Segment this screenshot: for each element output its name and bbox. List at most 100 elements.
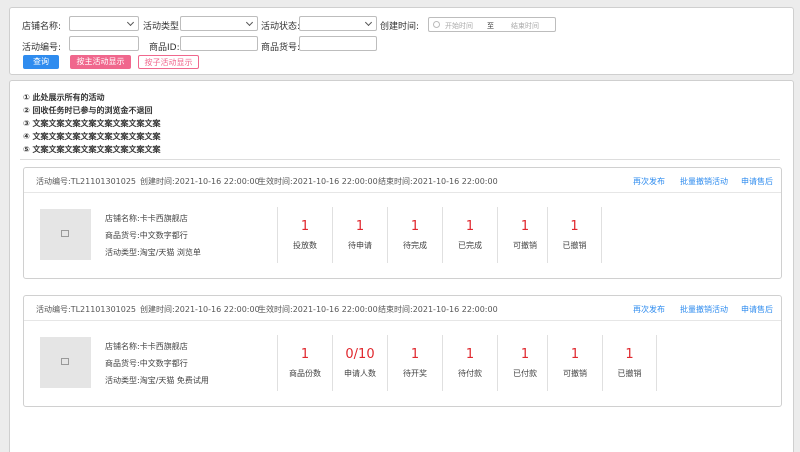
stat-cell: 1 投放数	[277, 207, 332, 263]
activity-type: 活动类型:淘宝/天猫 浏览单	[105, 248, 201, 257]
stat-cell: 1 待完成	[387, 207, 442, 263]
shop-name: 店铺名称:卡卡西旗舰店	[105, 342, 188, 351]
chevron-down-icon	[245, 18, 254, 27]
notice-item: ③ 文案文案文案文案文案文案文案文案	[23, 119, 161, 128]
stat-label: 投放数	[293, 241, 317, 250]
activity-card-header: 活动编号:TL21101301025 创建时间:2021-10-16 22:00…	[24, 168, 781, 193]
stat-label: 申请人数	[344, 369, 376, 378]
stat-label: 待开奖	[403, 369, 427, 378]
end-time: 结束时间:2021-10-16 22:00:00	[378, 305, 498, 314]
chevron-down-icon	[364, 18, 373, 27]
end-time: 结束时间:2021-10-16 22:00:00	[378, 177, 498, 186]
effective-time: 生效时间:2021-10-16 22:00:00	[258, 305, 378, 314]
product-thumbnail	[40, 209, 91, 260]
batch-revoke-link[interactable]: 批量撤销活动	[680, 176, 728, 187]
activity-no-input[interactable]	[69, 36, 139, 51]
product-code-input[interactable]	[299, 36, 377, 51]
stat-label: 已完成	[458, 241, 482, 250]
batch-revoke-link[interactable]: 批量撤销活动	[680, 304, 728, 315]
chevron-down-icon	[126, 18, 135, 27]
notice-list: ① 此处展示所有的活动 ② 回收任务时已参与的浏览金不退回 ③ 文案文案文案文案…	[23, 91, 161, 156]
product-code-label: 商品货号:	[261, 43, 301, 53]
show-by-sub-activity-button[interactable]: 按子活动显示	[138, 55, 199, 69]
stat-value: 1	[410, 219, 420, 234]
activity-card-header: 活动编号:TL21101301025 创建时间:2021-10-16 22:00…	[24, 296, 781, 321]
activity-number: 活动编号:TL21101301025	[36, 177, 137, 186]
create-time-label: 创建时间:	[380, 22, 420, 32]
stat-cell: 1 待申请	[332, 207, 387, 263]
apply-after-sales-link[interactable]: 申请售后	[741, 176, 773, 187]
created-time: 创建时间:2021-10-16 22:00:00	[140, 177, 260, 186]
stat-cell: 1 已撤销	[547, 207, 602, 263]
stat-label: 待付款	[458, 369, 482, 378]
image-icon	[61, 230, 69, 237]
product-id-input[interactable]	[180, 36, 258, 51]
activity-type-select[interactable]	[180, 16, 258, 31]
activity-card: 活动编号:TL21101301025 创建时间:2021-10-16 22:00…	[23, 295, 782, 407]
stat-value: 1	[300, 219, 310, 234]
filter-panel: 店铺名称: 活动类型: 活动状态: 创建时间: 开始时间 至 结束时间 活动编号…	[9, 7, 794, 75]
stat-cell: 1 已完成	[442, 207, 497, 263]
stat-cell: 1 商品份数	[277, 335, 332, 391]
stat-value: 1	[410, 347, 420, 362]
shop-name: 店铺名称:卡卡西旗舰店	[105, 214, 188, 223]
stat-label: 已撤销	[562, 241, 587, 250]
stat-cell: 1 可撤销	[497, 207, 552, 263]
activity-type-label: 活动类型:	[143, 22, 183, 32]
republish-link[interactable]: 再次发布	[633, 176, 665, 187]
stat-cell: 1 待付款	[442, 335, 497, 391]
created-time: 创建时间:2021-10-16 22:00:00	[140, 305, 260, 314]
stat-cell: 1 已付款	[497, 335, 552, 391]
stat-label: 待申请	[348, 241, 372, 250]
apply-after-sales-link[interactable]: 申请售后	[741, 304, 773, 315]
stat-value: 0/10	[345, 347, 375, 362]
stat-value: 1	[300, 347, 310, 362]
activity-number: 活动编号:TL21101301025	[36, 305, 137, 314]
stat-cell: 0/10 申请人数	[332, 335, 387, 391]
start-time-input[interactable]: 开始时间	[445, 21, 473, 31]
clock-icon	[433, 21, 440, 28]
notice-item: ④ 文案文案文案文案文案文案文案文案	[23, 132, 161, 141]
divider	[20, 159, 780, 160]
stat-value: 1	[465, 219, 475, 234]
end-time-input[interactable]: 结束时间	[511, 21, 539, 31]
query-button[interactable]: 查询	[23, 55, 59, 69]
product-code: 商品货号:中文数字都行	[105, 231, 188, 240]
stat-cell: 1 可撤销	[547, 335, 602, 391]
activity-card: 活动编号:TL21101301025 创建时间:2021-10-16 22:00…	[23, 167, 782, 279]
effective-time: 生效时间:2021-10-16 22:00:00	[258, 177, 378, 186]
stat-label: 已撤销	[617, 369, 642, 378]
create-time-range[interactable]: 开始时间 至 结束时间	[428, 17, 556, 32]
stat-value: 1	[520, 347, 530, 362]
product-code: 商品货号:中文数字都行	[105, 359, 188, 368]
stat-value: 1	[570, 219, 579, 234]
stat-label: 商品份数	[289, 369, 321, 378]
stat-value: 1	[570, 347, 580, 362]
notice-item: ② 回收任务时已参与的浏览金不退回	[23, 106, 153, 115]
product-thumbnail	[40, 337, 91, 388]
stat-label: 可撤销	[513, 241, 537, 250]
image-icon	[61, 358, 69, 365]
stat-value: 1	[520, 219, 530, 234]
show-by-main-activity-button[interactable]: 按主活动显示	[70, 55, 131, 69]
notice-item: ⑤ 文案文案文案文案文案文案文案文案	[23, 145, 161, 154]
stat-value: 1	[465, 347, 475, 362]
range-separator: 至	[487, 22, 494, 30]
stat-label: 可撤销	[563, 369, 587, 378]
notice-item: ① 此处展示所有的活动	[23, 93, 105, 102]
activity-status-select[interactable]	[299, 16, 377, 31]
activity-no-label: 活动编号:	[22, 43, 62, 53]
product-id-label: 商品ID:	[149, 43, 180, 53]
republish-link[interactable]: 再次发布	[633, 304, 665, 315]
stat-value: 1	[355, 219, 365, 234]
stat-value: 1	[625, 347, 634, 362]
activity-status-label: 活动状态:	[261, 22, 301, 32]
stat-cell: 1 已撤销	[602, 335, 657, 391]
activity-list-panel: ① 此处展示所有的活动 ② 回收任务时已参与的浏览金不退回 ③ 文案文案文案文案…	[9, 80, 794, 452]
shop-name-label: 店铺名称:	[22, 22, 62, 32]
shop-name-select[interactable]	[69, 16, 139, 31]
stat-label: 待完成	[403, 241, 427, 250]
activity-type: 活动类型:淘宝/天猫 免费试用	[105, 376, 209, 385]
stat-label: 已付款	[513, 369, 537, 378]
stat-cell: 1 待开奖	[387, 335, 442, 391]
